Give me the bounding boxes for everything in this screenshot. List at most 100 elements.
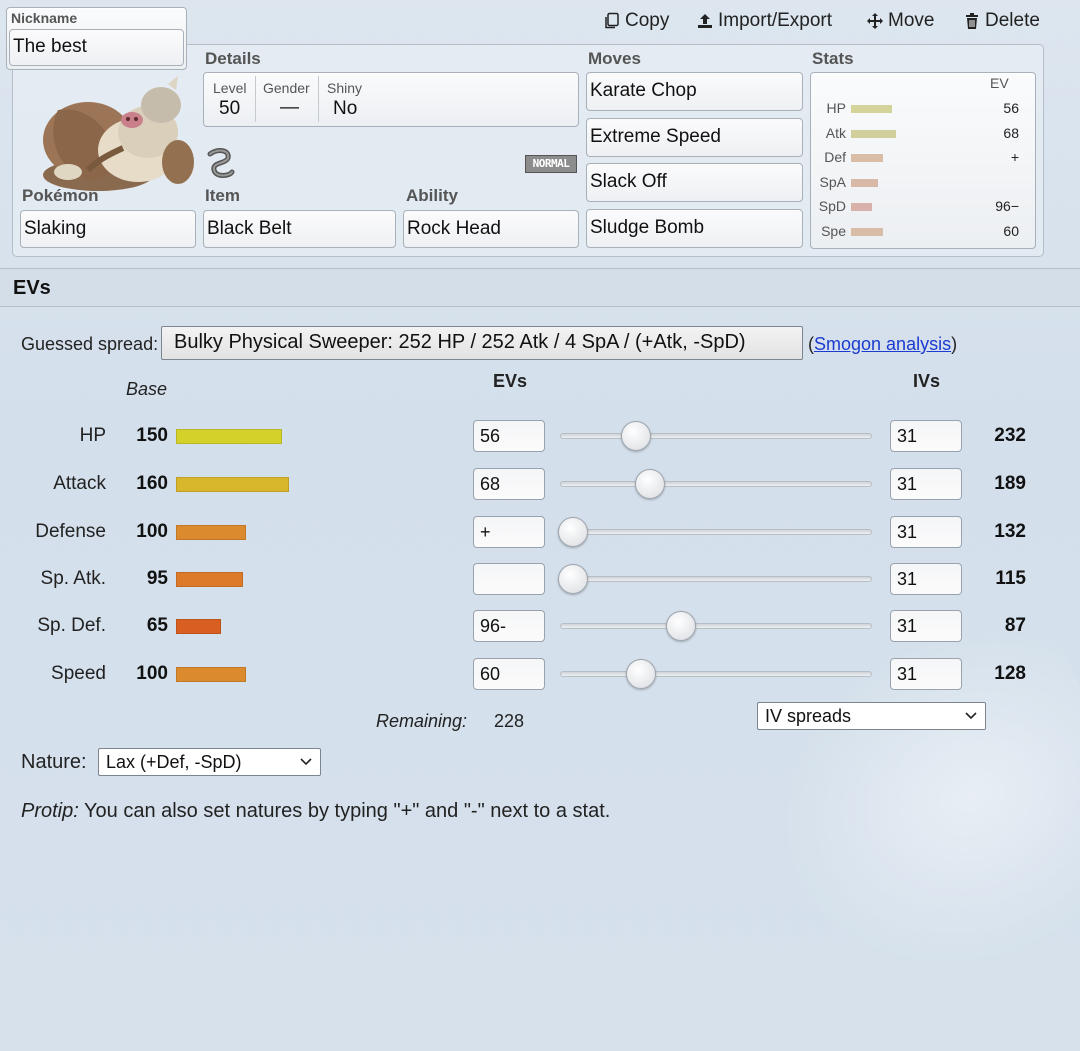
item-input[interactable]: Black Belt <box>203 210 396 248</box>
stat-base-value: 150 <box>136 425 168 446</box>
stat-name: Speed <box>51 663 106 684</box>
stat-total: 87 <box>1004 615 1026 636</box>
iv-spreads-value: IV spreads <box>765 706 852 726</box>
ev-input[interactable]: 68 <box>473 468 545 500</box>
chevron-down-icon <box>300 758 312 766</box>
nature-label: Nature: <box>21 751 87 773</box>
smogon-analysis-link[interactable]: Smogon analysis <box>814 334 951 354</box>
copy-button[interactable]: Copy <box>603 10 669 32</box>
ev-input[interactable]: + <box>473 516 545 548</box>
ev-slider-track[interactable] <box>560 576 872 582</box>
upload-icon <box>698 14 712 28</box>
ability-label: Ability <box>406 186 458 205</box>
nature-value: Lax (+Def, -SpD) <box>106 752 242 772</box>
stat-base-value: 65 <box>146 615 168 636</box>
mini-stat-label: Atk <box>825 124 846 141</box>
move-1-input[interactable]: Karate Chop <box>586 72 803 111</box>
ev-slider-track[interactable] <box>560 433 872 439</box>
stat-total: 189 <box>994 473 1026 494</box>
pokemon-label: Pokémon <box>22 186 99 205</box>
details-sep-2 <box>318 76 319 122</box>
guessed-spread-button[interactable]: Bulky Physical Sweeper: 252 HP / 252 Atk… <box>161 326 803 360</box>
move-arrows-icon <box>867 13 883 29</box>
ev-slider-handle[interactable] <box>621 421 651 451</box>
stat-name: Attack <box>53 473 106 494</box>
moves-label: Moves <box>588 49 641 68</box>
level-label: Level <box>213 80 247 96</box>
guessed-spread-label: Guessed spread: <box>21 334 159 354</box>
ability-input[interactable]: Rock Head <box>403 210 579 248</box>
ev-slider-handle[interactable] <box>558 517 588 547</box>
stat-total: 115 <box>995 568 1026 589</box>
mini-stat-bar <box>851 178 878 187</box>
item-label: Item <box>205 186 240 205</box>
stat-base-value: 95 <box>146 568 168 589</box>
iv-input[interactable]: 31 <box>890 516 962 548</box>
chevron-down-icon <box>965 712 977 720</box>
stats-label: Stats <box>812 49 854 68</box>
level-value: 50 <box>219 98 241 119</box>
pokemon-input[interactable]: Slaking <box>20 210 196 248</box>
nature-select[interactable]: Lax (+Def, -SpD) <box>98 748 321 776</box>
ev-slider-track[interactable] <box>560 529 872 535</box>
stat-base-value: 100 <box>136 663 168 684</box>
ev-section-header-bg <box>0 269 1080 306</box>
ev-input[interactable]: 60 <box>473 658 545 690</box>
mini-stat-bar <box>851 129 896 138</box>
mini-stat-bar <box>851 203 872 212</box>
stat-base-value: 160 <box>136 473 168 494</box>
stat-base-bar <box>176 525 246 540</box>
mini-stat-label: SpD <box>818 198 846 215</box>
pokemon-sprite <box>43 76 194 191</box>
stat-base-bar <box>176 477 289 492</box>
iv-spreads-select[interactable]: IV spreads <box>757 702 986 730</box>
ev-slider-handle[interactable] <box>635 469 665 499</box>
details-label: Details <box>205 49 261 68</box>
iv-input[interactable]: 31 <box>890 468 962 500</box>
stat-name: Sp. Atk. <box>40 568 106 589</box>
stat-total: 132 <box>994 521 1026 542</box>
stat-name: HP <box>79 425 106 446</box>
mini-stat-ev: 60 <box>1003 223 1019 239</box>
ev-slider-handle[interactable] <box>666 611 696 641</box>
ev-slider-handle[interactable] <box>626 659 656 689</box>
stat-total: 232 <box>994 425 1026 446</box>
gender-value: — <box>280 97 299 118</box>
background-decoration <box>700 571 1080 1051</box>
nickname-label: Nickname <box>11 10 78 26</box>
stat-total: 128 <box>994 663 1026 684</box>
black-belt-icon <box>207 148 235 178</box>
iv-input[interactable]: 31 <box>890 610 962 642</box>
gender-label: Gender <box>263 80 310 96</box>
iv-input[interactable]: 31 <box>890 420 962 452</box>
mini-stat-ev: + <box>1010 149 1019 166</box>
move-3-input[interactable]: Slack Off <box>586 163 803 202</box>
iv-input[interactable]: 31 <box>890 563 962 595</box>
move-4-input[interactable]: Sludge Bomb <box>586 209 803 248</box>
move-2-input[interactable]: Extreme Speed <box>586 118 803 157</box>
ev-slider-track[interactable] <box>560 481 872 487</box>
ev-input[interactable]: 56 <box>473 420 545 452</box>
stat-base-bar <box>176 429 282 444</box>
mini-stat-ev: 68 <box>1003 124 1019 141</box>
nickname-input[interactable]: The best <box>9 29 184 66</box>
mini-stat-bar <box>851 228 883 236</box>
ev-slider-track[interactable] <box>560 623 872 629</box>
ev-input[interactable]: 96- <box>473 610 545 642</box>
stat-base-bar <box>176 667 246 682</box>
remaining-value: 228 <box>494 711 525 731</box>
stat-name: Defense <box>35 521 106 542</box>
move-button[interactable]: Move <box>866 10 934 32</box>
details-box[interactable] <box>203 72 579 127</box>
iv-input[interactable]: 31 <box>890 658 962 690</box>
import-export-button[interactable]: Import/Export <box>696 10 832 32</box>
delete-button[interactable]: Delete <box>963 10 1040 32</box>
mini-stat-ev: 96− <box>995 198 1019 215</box>
stat-base-bar <box>176 619 221 634</box>
ev-slider-handle[interactable] <box>558 564 588 594</box>
stat-base-value: 100 <box>136 521 168 542</box>
ev-input[interactable] <box>473 563 545 595</box>
mini-stat-ev: 56 <box>1003 100 1019 116</box>
ev-slider-track[interactable] <box>560 671 872 677</box>
mini-stat-bar <box>851 154 883 163</box>
